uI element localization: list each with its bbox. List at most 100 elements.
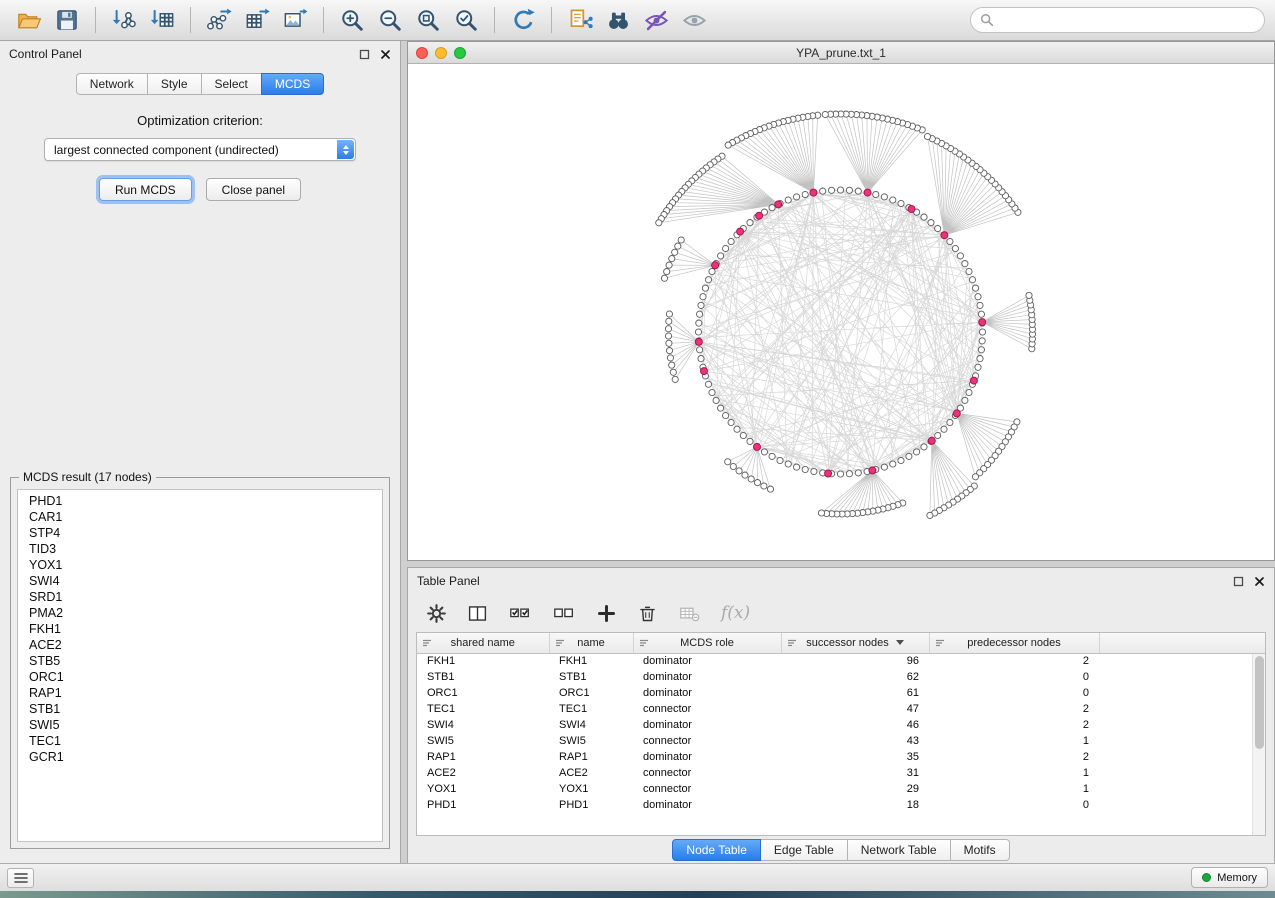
run-mcds-button[interactable]: Run MCDS xyxy=(99,178,192,201)
mcds-result-item[interactable]: TEC1 xyxy=(29,733,382,749)
network-node[interactable] xyxy=(669,256,675,262)
network-node[interactable] xyxy=(698,302,704,308)
network-node[interactable] xyxy=(718,405,724,411)
node-table-row[interactable]: YOX1YOX1connector291 xyxy=(417,781,1265,797)
network-node[interactable] xyxy=(664,269,670,275)
network-node[interactable] xyxy=(785,461,791,467)
network-node[interactable] xyxy=(656,220,662,226)
deselect-all-rows-button[interactable] xyxy=(552,603,576,624)
clone-network-button[interactable] xyxy=(561,3,599,37)
network-node[interactable] xyxy=(747,220,753,226)
tab-mcds[interactable]: MCDS xyxy=(261,73,324,95)
mcds-result-item[interactable]: ORC1 xyxy=(29,669,382,685)
network-node[interactable] xyxy=(723,245,729,251)
mcds-hub-node[interactable] xyxy=(825,470,832,477)
network-node[interactable] xyxy=(723,412,729,418)
network-node[interactable] xyxy=(927,512,933,518)
network-node[interactable] xyxy=(829,187,835,193)
node-table-row[interactable]: RAP1RAP1dominator352 xyxy=(417,749,1265,765)
network-node[interactable] xyxy=(666,262,672,268)
network-node[interactable] xyxy=(977,356,983,362)
network-node[interactable] xyxy=(734,426,740,432)
import-table-button[interactable] xyxy=(143,3,181,37)
column-header-shared-name[interactable]: shared name xyxy=(417,633,549,653)
network-node[interactable] xyxy=(700,294,706,300)
network-node[interactable] xyxy=(802,191,808,197)
float-panel-button[interactable] xyxy=(359,49,370,60)
mcds-hub-node[interactable] xyxy=(941,232,948,239)
maximize-window-icon[interactable] xyxy=(454,47,466,59)
network-node[interactable] xyxy=(957,253,963,259)
network-node[interactable] xyxy=(665,333,671,339)
network-node[interactable] xyxy=(978,311,984,317)
network-node[interactable] xyxy=(725,459,731,465)
mcds-hub-node[interactable] xyxy=(869,467,876,474)
network-node[interactable] xyxy=(921,444,927,450)
node-table-row[interactable]: PHD1PHD1dominator180 xyxy=(417,797,1265,813)
node-table-row[interactable]: SWI5SWI5connector431 xyxy=(417,733,1265,749)
refresh-layout-button[interactable] xyxy=(504,3,542,37)
close-window-icon[interactable] xyxy=(416,47,428,59)
network-node[interactable] xyxy=(962,261,968,267)
close-table-panel-button[interactable] xyxy=(1254,576,1265,587)
network-node[interactable] xyxy=(777,457,783,463)
mcds-result-item[interactable]: YOX1 xyxy=(29,557,382,573)
network-node[interactable] xyxy=(697,347,703,353)
network-node[interactable] xyxy=(785,197,791,203)
mcds-hub-node[interactable] xyxy=(908,206,915,213)
network-node[interactable] xyxy=(736,468,742,474)
network-node[interactable] xyxy=(975,294,981,300)
mcds-hub-node[interactable] xyxy=(979,319,986,326)
network-node[interactable] xyxy=(966,389,972,395)
zoom-in-button[interactable] xyxy=(333,3,371,37)
table-settings-button[interactable] xyxy=(426,603,447,624)
mcds-result-item[interactable]: ACE2 xyxy=(29,637,382,653)
column-header-predecessor-nodes[interactable]: predecessor nodes xyxy=(929,633,1099,653)
add-column-button[interactable] xyxy=(596,603,617,624)
network-node[interactable] xyxy=(728,419,734,425)
network-node[interactable] xyxy=(966,268,972,274)
status-menu-button[interactable] xyxy=(7,868,34,888)
network-node[interactable] xyxy=(935,432,941,438)
network-node[interactable] xyxy=(975,364,981,370)
network-node[interactable] xyxy=(702,285,708,291)
search-neighbors-button[interactable] xyxy=(599,3,637,37)
network-node[interactable] xyxy=(820,188,826,194)
select-all-rows-button[interactable] xyxy=(508,603,532,624)
network-node[interactable] xyxy=(947,238,953,244)
mcds-hub-node[interactable] xyxy=(775,201,782,208)
tab-network[interactable]: Network xyxy=(76,73,148,95)
mcds-result-item[interactable]: PMA2 xyxy=(29,605,382,621)
network-node[interactable] xyxy=(698,356,704,362)
network-node[interactable] xyxy=(881,464,887,470)
network-node[interactable] xyxy=(740,432,746,438)
network-node[interactable] xyxy=(794,464,800,470)
network-node[interactable] xyxy=(962,397,968,403)
network-node[interactable] xyxy=(802,466,808,472)
mcds-result-item[interactable]: RAP1 xyxy=(29,685,382,701)
network-node[interactable] xyxy=(666,318,672,324)
network-node[interactable] xyxy=(928,220,934,226)
network-node[interactable] xyxy=(769,453,775,459)
scrollbar-thumb[interactable] xyxy=(1255,656,1264,749)
export-image-button[interactable] xyxy=(276,3,314,37)
table-tab-node-table[interactable]: Node Table xyxy=(672,839,761,861)
network-node[interactable] xyxy=(855,470,861,476)
mcds-hub-node[interactable] xyxy=(864,189,871,196)
network-node[interactable] xyxy=(837,471,843,477)
network-node[interactable] xyxy=(730,463,736,469)
node-table-row[interactable]: ORC1ORC1dominator610 xyxy=(417,685,1265,701)
network-node[interactable] xyxy=(979,338,985,344)
open-session-button[interactable] xyxy=(10,3,48,37)
network-node[interactable] xyxy=(977,302,983,308)
network-node[interactable] xyxy=(709,389,715,395)
mcds-hub-node[interactable] xyxy=(970,377,977,384)
network-node[interactable] xyxy=(742,472,748,478)
network-graph[interactable] xyxy=(408,64,1274,560)
mcds-hub-node[interactable] xyxy=(756,212,763,219)
network-node[interactable] xyxy=(661,275,667,281)
import-network-button[interactable] xyxy=(105,3,143,37)
network-node[interactable] xyxy=(670,369,676,375)
column-header-MCDS-role[interactable]: MCDS role xyxy=(633,633,781,653)
network-node[interactable] xyxy=(672,249,678,255)
